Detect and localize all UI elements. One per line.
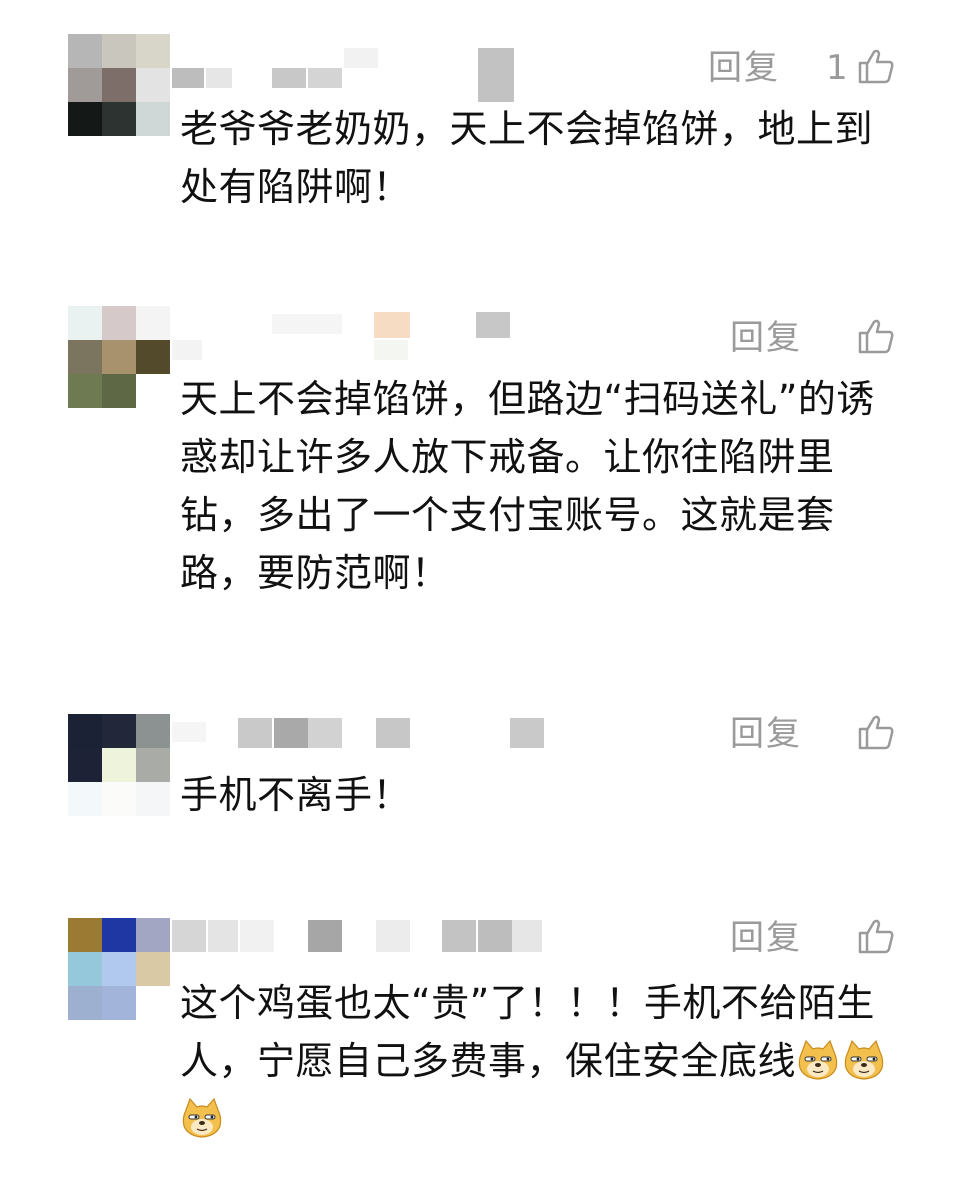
- doge-emoji-icon: [844, 1039, 884, 1080]
- thumbs-up-icon[interactable]: [856, 46, 896, 86]
- avatar-pixel: [102, 748, 136, 782]
- avatar-pixel: [136, 34, 170, 68]
- comment-text: 手机不离手！: [180, 773, 412, 817]
- avatar-pixel: [102, 68, 136, 102]
- avatar[interactable]: [68, 34, 170, 136]
- avatar-pixel: [102, 714, 136, 748]
- avatar-pixel: [102, 34, 136, 68]
- avatar-pixel: [68, 782, 102, 816]
- avatar-pixel: [136, 306, 170, 340]
- avatar-pixel: [68, 748, 102, 782]
- username-blurred[interactable]: [172, 40, 552, 102]
- reply-button[interactable]: 回复: [730, 918, 802, 958]
- avatar-pixel: [102, 986, 136, 1020]
- avatar-pixel: [102, 782, 136, 816]
- avatar-pixel: [136, 782, 170, 816]
- avatar-pixel: [68, 102, 102, 136]
- avatar-pixel: [68, 374, 102, 408]
- avatar-pixel: [102, 374, 136, 408]
- thumbs-up-icon[interactable]: [856, 916, 896, 956]
- avatar-pixel: [68, 34, 102, 68]
- avatar-pixel: [68, 340, 102, 374]
- avatar-pixel: [136, 68, 170, 102]
- doge-emoji-icon: [798, 1039, 838, 1080]
- avatar-pixel: [102, 306, 136, 340]
- reply-button[interactable]: 回复: [730, 318, 802, 358]
- avatar-pixel: [136, 918, 170, 952]
- avatar-pixel: [68, 986, 102, 1020]
- username-blurred[interactable]: [172, 714, 552, 754]
- avatar-pixel: [68, 306, 102, 340]
- avatar-pixel: [136, 748, 170, 782]
- avatar-pixel: [102, 918, 136, 952]
- avatar-pixel: [136, 952, 170, 986]
- avatar-pixel: [68, 952, 102, 986]
- avatar-pixel: [136, 374, 170, 408]
- comment-text: 这个鸡蛋也太“贵”了！！！手机不给陌生人，宁愿自己多费事，保住安全底线: [180, 974, 910, 1148]
- reply-button[interactable]: 回复: [730, 714, 802, 754]
- thumbs-up-icon[interactable]: [856, 316, 896, 356]
- doge-emoji-icon: [182, 1097, 222, 1138]
- comment-text-content: 这个鸡蛋也太“贵”了！！！手机不给陌生人，宁愿自己多费事，保住安全底线: [180, 981, 875, 1083]
- avatar-pixel: [68, 714, 102, 748]
- username-blurred[interactable]: [172, 918, 552, 958]
- avatar-pixel: [136, 986, 170, 1020]
- avatar-pixel: [102, 340, 136, 374]
- comment-text: 老爷爷老奶奶，天上不会掉馅饼，地上到处有陷阱啊！: [180, 107, 874, 209]
- avatar-pixel: [136, 714, 170, 748]
- avatar-pixel: [136, 340, 170, 374]
- avatar[interactable]: [68, 714, 170, 816]
- avatar-pixel: [68, 918, 102, 952]
- avatar-pixel: [102, 952, 136, 986]
- like-count: 1: [826, 48, 848, 88]
- avatar-pixel: [102, 102, 136, 136]
- avatar[interactable]: [68, 306, 170, 408]
- reply-button[interactable]: 回复: [708, 48, 780, 88]
- avatar-pixel: [136, 102, 170, 136]
- username-blurred[interactable]: [172, 310, 552, 360]
- comment-text: 天上不会掉馅饼，但路边“扫码送礼”的诱惑却让许多人放下戒备。让你往陷阱里钻，多出…: [180, 377, 875, 595]
- thumbs-up-icon[interactable]: [856, 712, 896, 752]
- avatar-pixel: [68, 68, 102, 102]
- avatar[interactable]: [68, 918, 170, 1020]
